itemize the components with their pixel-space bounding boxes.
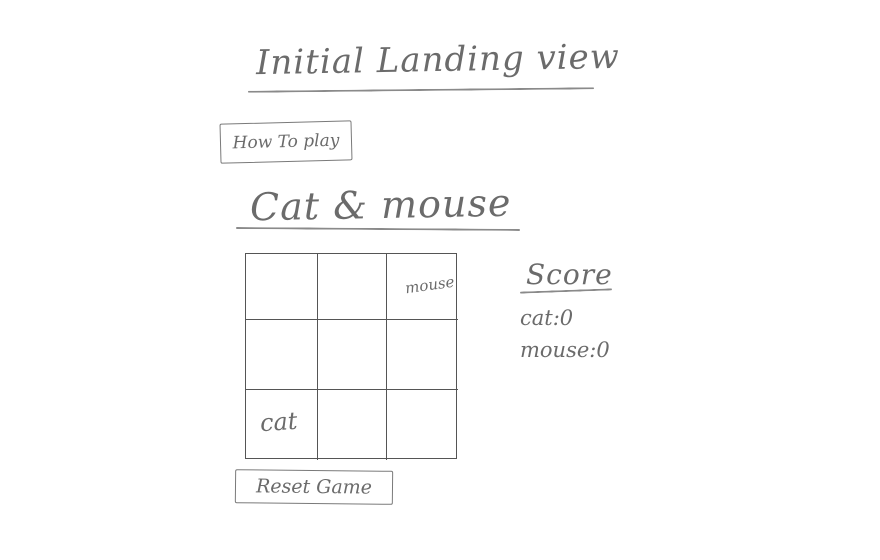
page-title: Initial Landing view	[255, 36, 621, 84]
board-cell-0-0[interactable]	[246, 254, 318, 320]
mouse-score-label: mouse:	[520, 338, 597, 362]
cat-score: cat:0	[520, 306, 573, 330]
game-title: Cat & mouse	[249, 180, 512, 230]
board-cell-2-2[interactable]	[387, 390, 458, 460]
game-title-underline	[235, 227, 521, 231]
board-cell-2-1[interactable]	[318, 390, 387, 460]
mouse-score-value: 0	[596, 338, 610, 362]
score-title: Score	[526, 258, 613, 291]
mouse-piece[interactable]: mouse	[404, 273, 456, 298]
cat-score-value: 0	[559, 306, 574, 330]
board-cell-0-2[interactable]: mouse	[387, 254, 458, 320]
board-cell-2-0[interactable]: cat	[246, 390, 318, 460]
cat-score-label: cat:	[520, 306, 560, 330]
board-cell-1-2[interactable]	[387, 320, 458, 390]
how-to-play-button[interactable]: How To play	[219, 120, 353, 164]
game-board: mouse cat	[245, 253, 458, 460]
reset-game-button[interactable]: Reset Game	[234, 469, 394, 505]
board-cell-1-0[interactable]	[246, 320, 318, 390]
mouse-score: mouse:0	[520, 338, 610, 362]
page-title-underline	[247, 87, 595, 93]
cat-piece[interactable]: cat	[259, 407, 298, 438]
board-cell-1-1[interactable]	[318, 320, 387, 390]
board-cell-0-1[interactable]	[318, 254, 387, 320]
